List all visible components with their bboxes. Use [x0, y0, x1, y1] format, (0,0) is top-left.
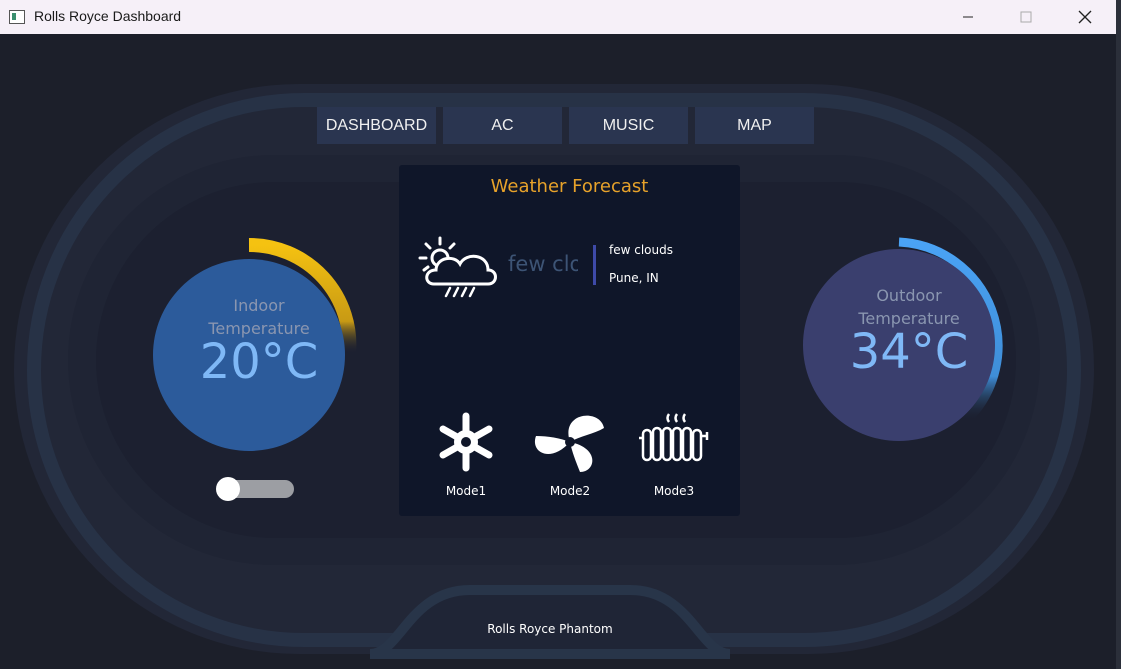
snowflake-icon	[439, 412, 493, 472]
nav-dashboard[interactable]: DASHBOARD	[317, 107, 436, 144]
weather-description: few clouds	[609, 243, 673, 257]
weather-location: Pune, IN	[609, 271, 659, 285]
outdoor-label-line1: Outdoor	[876, 286, 942, 305]
indoor-temperature-value: 20°C	[199, 334, 319, 390]
car-model-label: Rolls Royce Phantom	[487, 622, 613, 636]
app-icon	[9, 10, 25, 24]
indoor-label-line1: Indoor	[233, 296, 285, 315]
mode1-button[interactable]: Mode1	[421, 410, 511, 498]
nav-music[interactable]: MUSIC	[569, 107, 688, 144]
title-bar: Rolls Royce Dashboard	[0, 0, 1117, 34]
maximize-icon	[1020, 11, 1032, 23]
weather-ticker: few clouds	[508, 252, 578, 282]
mode2-label: Mode2	[549, 484, 591, 498]
mode1-label: Mode1	[445, 484, 487, 498]
weather-ticker-text: few clouds	[508, 252, 578, 276]
cloud-rain-sun-icon	[418, 236, 497, 298]
mode3-label: Mode3	[653, 484, 695, 498]
nav-ac[interactable]: AC	[443, 107, 562, 144]
nav-map[interactable]: MAP	[695, 107, 814, 144]
minimize-button[interactable]	[939, 0, 997, 34]
outdoor-temperature-value: 34°C	[849, 324, 969, 380]
close-button[interactable]	[1056, 0, 1114, 34]
close-icon	[1078, 10, 1092, 24]
mode3-button[interactable]: Mode3	[629, 410, 719, 498]
window-title: Rolls Royce Dashboard	[34, 8, 182, 24]
ac-toggle[interactable]	[216, 477, 294, 501]
maximize-button[interactable]	[997, 0, 1055, 34]
weather-divider	[593, 245, 596, 285]
heater-icon	[639, 413, 709, 462]
toggle-knob	[216, 477, 240, 501]
fan-icon	[534, 415, 604, 472]
minimize-icon	[963, 16, 973, 18]
mode2-button[interactable]: Mode2	[525, 410, 615, 498]
window-edge	[1116, 0, 1121, 669]
weather-title: Weather Forecast	[490, 176, 649, 197]
